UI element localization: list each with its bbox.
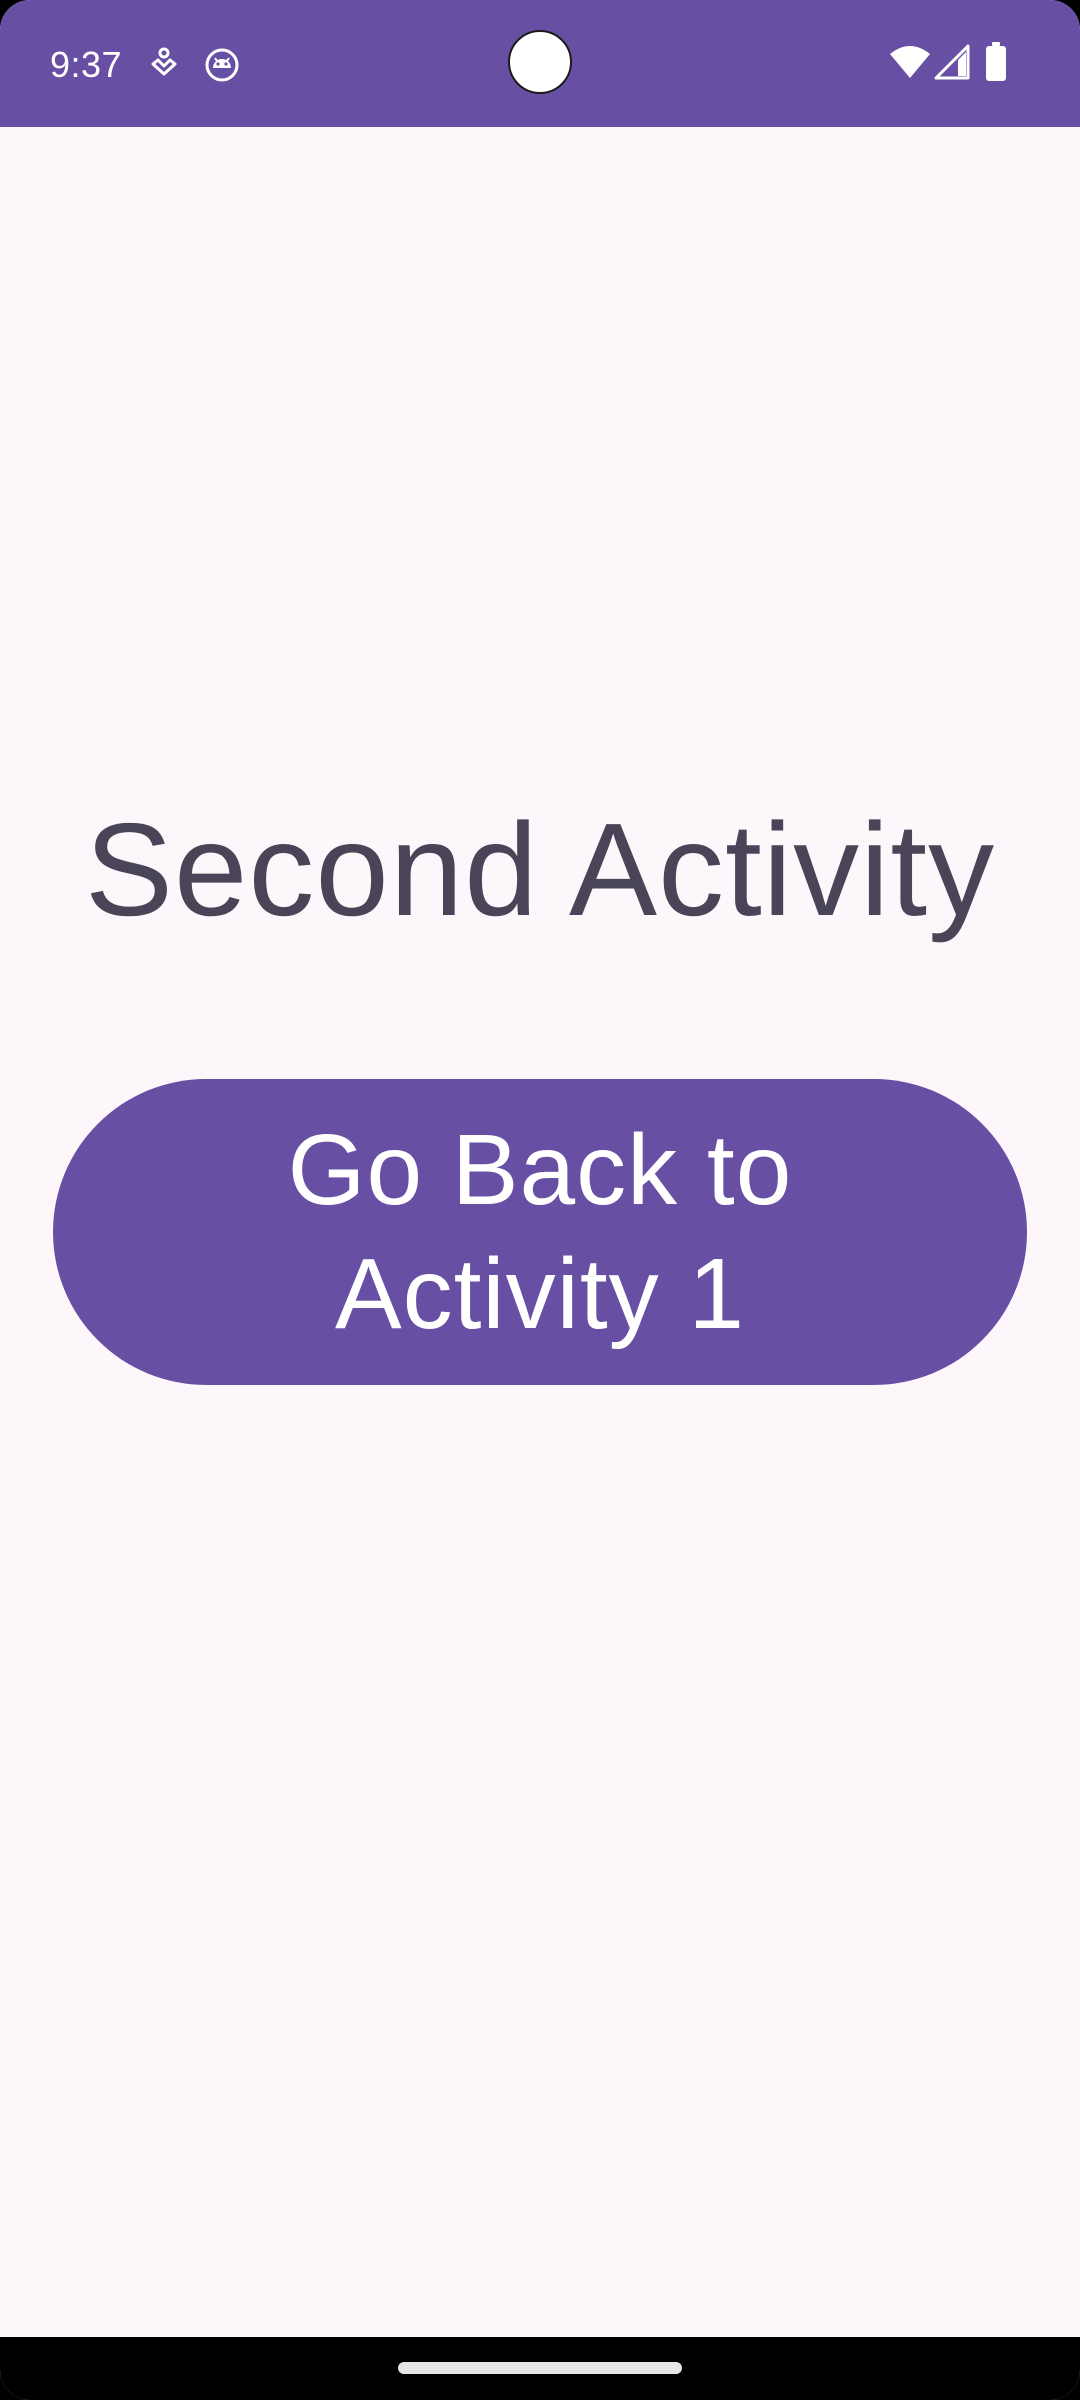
accessibility-icon	[145, 46, 183, 84]
status-time: 9:37	[50, 44, 123, 85]
home-gesture-handle[interactable]	[398, 2362, 682, 2374]
android-robot-icon	[203, 46, 241, 84]
app-screen: 9:37 Second Activity Go Back to Activity…	[0, 0, 1080, 2400]
page-title: Second Activity	[84, 796, 996, 943]
status-bar: 9:37	[0, 0, 1080, 127]
front-camera-cutout	[508, 30, 572, 94]
battery-icon	[985, 42, 1007, 87]
go-back-button[interactable]: Go Back to Activity 1	[53, 1079, 1027, 1385]
wifi-icon	[888, 44, 932, 85]
cellular-signal-icon	[934, 44, 970, 85]
